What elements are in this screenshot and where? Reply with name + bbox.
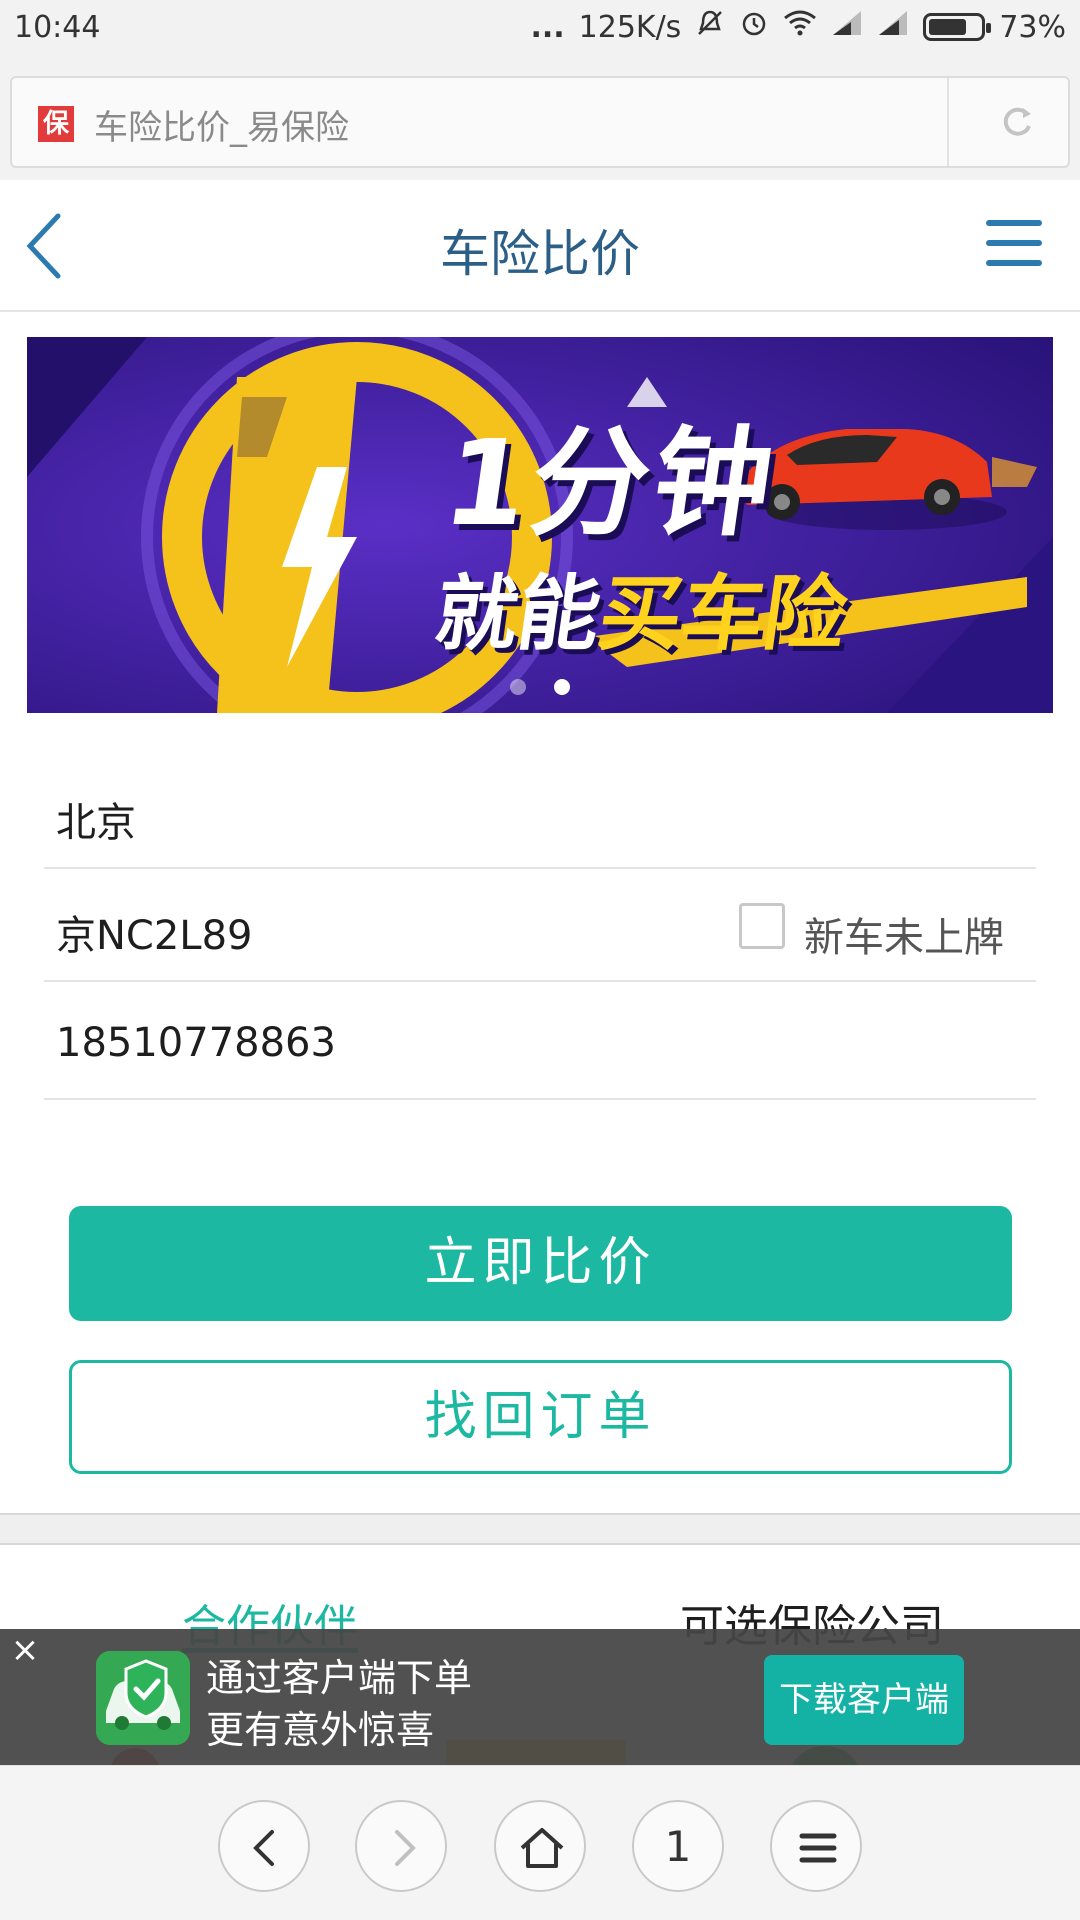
battery-percent: 73% — [999, 9, 1066, 45]
banner-subline-a: 就能 — [429, 567, 607, 662]
browser-tabs-button[interactable]: 1 — [632, 1800, 724, 1892]
menu-icon — [799, 1833, 837, 1863]
signal-icon-1 — [831, 9, 863, 45]
promo-banner[interactable]: 1分钟 就能买车险 — [27, 337, 1053, 713]
promo-line-1: 通过客户端下单 — [206, 1656, 473, 1700]
banner-subline: 就能买车险 — [429, 547, 856, 666]
battery-fill — [929, 19, 967, 35]
mute-icon — [695, 8, 725, 46]
address-bar[interactable]: 保 车险比价_易保险 — [10, 76, 1070, 168]
hamburger-icon — [986, 220, 1042, 226]
new-car-label[interactable]: 新车未上牌 — [804, 905, 1004, 963]
browser-toolbar: 1 — [0, 1765, 1080, 1920]
promo-line-2: 更有意外惊喜 — [206, 1708, 435, 1752]
reload-icon[interactable] — [997, 102, 1037, 142]
app-icon — [96, 1651, 190, 1745]
browser-menu-button[interactable] — [770, 1800, 862, 1892]
plate-value[interactable]: 京NC2L89 — [56, 903, 252, 961]
plate-field[interactable]: 京NC2L89 新车未上牌 — [44, 869, 1036, 982]
wifi-icon — [783, 8, 817, 46]
browser-forward-button[interactable] — [355, 1800, 447, 1892]
browser-address-area: 保 车险比价_易保险 — [0, 60, 1080, 180]
banner-subline-b: 买车险 — [593, 567, 853, 662]
browser-back-button[interactable] — [218, 1800, 310, 1892]
home-icon — [520, 1828, 564, 1868]
carousel-dot-2[interactable] — [554, 679, 570, 695]
alarm-icon — [739, 8, 769, 46]
page-title: 车险比价 — [440, 225, 640, 283]
battery-icon — [923, 13, 992, 41]
address-divider — [947, 78, 949, 166]
arrow-right-icon — [395, 1830, 416, 1866]
phone-value[interactable]: 18510778863 — [56, 1020, 336, 1066]
compare-price-button[interactable]: 立即比价 — [69, 1206, 1012, 1321]
download-app-button[interactable]: 下载客户端 — [764, 1655, 964, 1745]
signal-icon-2 — [877, 9, 909, 45]
retrieve-order-button[interactable]: 找回订单 — [69, 1360, 1012, 1474]
tab-count: 1 — [664, 1822, 692, 1871]
network-speed: 125K/s — [578, 9, 682, 45]
city-field[interactable]: 北京 — [44, 752, 1036, 869]
new-car-checkbox[interactable] — [739, 903, 785, 949]
carousel-dot-1[interactable] — [510, 679, 526, 695]
car-shield-icon — [96, 1651, 190, 1745]
browser-home-button[interactable] — [494, 1800, 586, 1892]
carousel-dots — [27, 679, 1053, 699]
banner-headline: 1分钟 — [435, 414, 786, 552]
arrow-left-icon — [253, 1830, 274, 1866]
app-download-bar: × 通过客户端下单 更有意外惊喜 下载客户端 — [0, 1629, 1080, 1765]
page-header: 车险比价 — [0, 180, 1080, 312]
status-bar: 10:44 ... 125K/s 73% — [0, 0, 1080, 60]
site-favicon: 保 — [38, 106, 74, 142]
menu-button[interactable] — [986, 218, 1042, 270]
address-title[interactable]: 车险比价_易保险 — [94, 100, 349, 149]
more-dots: ... — [530, 9, 565, 45]
close-icon[interactable]: × — [10, 1633, 40, 1667]
phone-field[interactable]: 18510778863 — [44, 982, 1036, 1100]
status-icons: ... 125K/s 73% — [530, 8, 1066, 46]
city-value[interactable]: 北京 — [56, 790, 136, 848]
status-time: 10:44 — [14, 10, 101, 45]
section-divider — [0, 1513, 1080, 1545]
